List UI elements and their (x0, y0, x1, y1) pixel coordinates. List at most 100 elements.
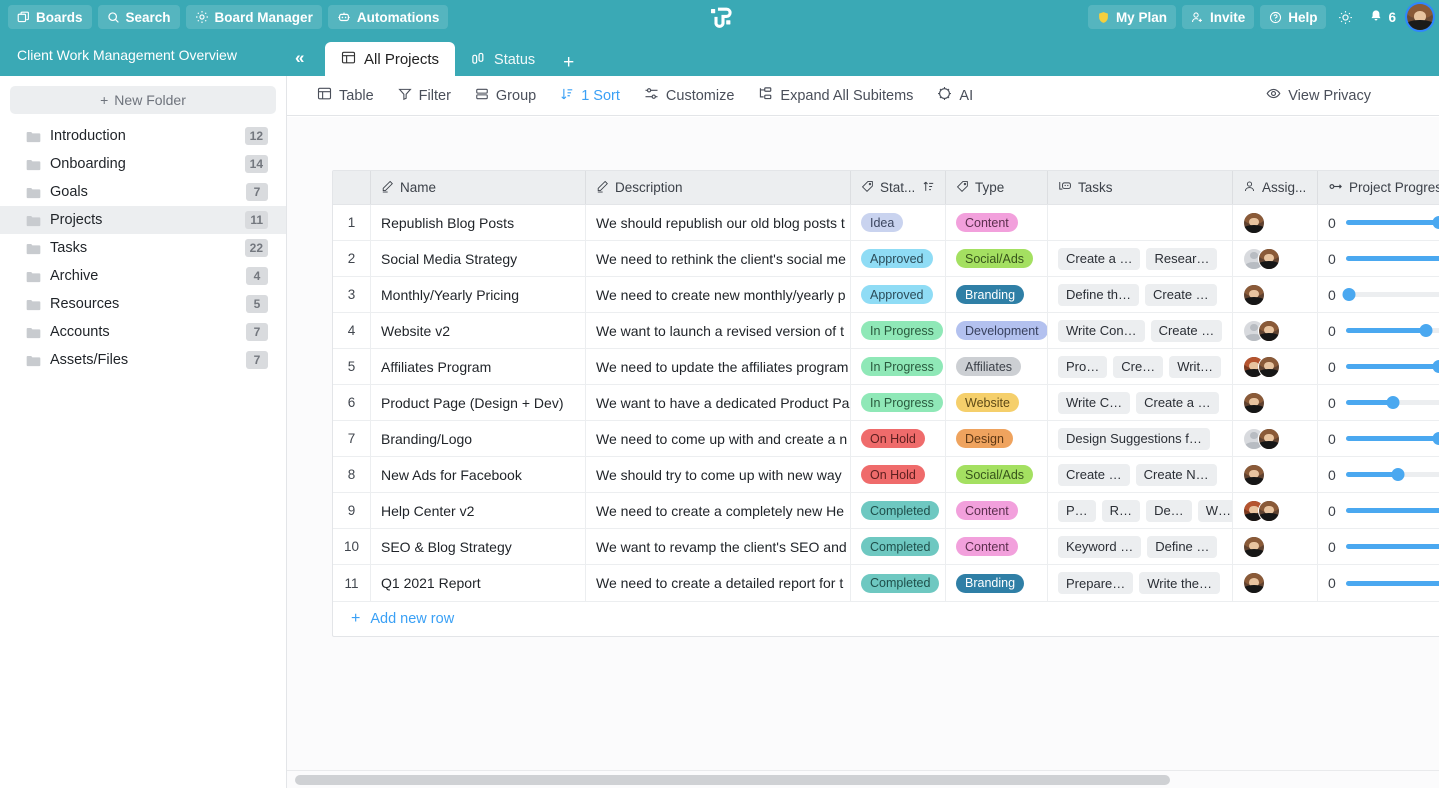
type-badge[interactable]: Branding (956, 285, 1025, 304)
cell-description[interactable]: We need to create a detailed report for … (586, 565, 851, 601)
cell-description[interactable]: We need to rethink the client's social m… (586, 241, 851, 276)
cell-description[interactable]: We need to create a completely new He (586, 493, 851, 528)
cell-type[interactable]: Design (946, 421, 1048, 456)
tab-all-projects[interactable]: All Projects (325, 42, 456, 76)
column-header-description[interactable]: Description (586, 171, 851, 204)
table-row[interactable]: 8 New Ads for Facebook We should try to co… (333, 457, 1439, 493)
cell-status[interactable]: Idea (851, 205, 946, 240)
add-tab-button[interactable]: + (551, 53, 586, 76)
table-row[interactable]: 4 Website v2 We want to launch a revised v… (333, 313, 1439, 349)
status-badge[interactable]: Completed (861, 537, 940, 556)
board-manager-button[interactable]: Board Manager (185, 5, 322, 29)
add-new-row-button[interactable]: + Add new row (333, 601, 1439, 636)
status-badge[interactable]: Idea (861, 213, 904, 232)
assignee-avatar[interactable] (1243, 572, 1265, 594)
cell-status[interactable]: Completed (851, 493, 946, 528)
cell-assignees[interactable] (1233, 205, 1318, 240)
help-button[interactable]: Help (1260, 5, 1327, 29)
cell-name[interactable]: Monthly/Yearly Pricing (371, 277, 586, 312)
invite-button[interactable]: Invite (1181, 5, 1255, 29)
search-button[interactable]: Search (97, 5, 180, 29)
task-chip[interactable]: Cre… (1113, 355, 1164, 378)
cell-assignees[interactable] (1233, 313, 1318, 348)
boards-button[interactable]: Boards (8, 5, 92, 29)
cell-status[interactable]: In Progress (851, 313, 946, 348)
cell-status[interactable]: In Progress (851, 385, 946, 420)
progress-slider[interactable] (1346, 323, 1439, 339)
assignee-avatar[interactable] (1243, 211, 1265, 234)
cell-assignees[interactable] (1233, 277, 1318, 312)
cell-type[interactable]: Content (946, 205, 1048, 240)
sidebar-item-archive[interactable]: Archive 4 (0, 262, 286, 290)
cell-description[interactable]: We need to update the affiliates program (586, 349, 851, 384)
task-chip[interactable]: Writ… (1169, 355, 1222, 378)
table-row[interactable]: 10 SEO & Blog Strategy We want to revamp t… (333, 529, 1439, 565)
cell-assignees[interactable] (1233, 241, 1318, 276)
type-badge[interactable]: Design (956, 429, 1013, 448)
avatar[interactable] (1405, 2, 1435, 32)
cell-project-progress[interactable]: 0 (1318, 277, 1439, 312)
cell-status[interactable]: Approved (851, 277, 946, 312)
task-chip[interactable]: Create … (1145, 283, 1217, 306)
status-badge[interactable]: Completed (861, 573, 940, 593)
cell-project-progress[interactable]: 0 (1318, 313, 1439, 348)
cell-type[interactable]: Development (946, 313, 1048, 348)
toolbar-sort-button[interactable]: 1 Sort (548, 76, 632, 116)
assignee-avatar[interactable] (1258, 499, 1280, 522)
sun-icon[interactable] (1332, 5, 1358, 29)
horizontal-scrollbar-thumb[interactable] (295, 775, 1170, 785)
cell-description[interactable]: We need to come up with and create a n (586, 421, 851, 456)
column-header-type[interactable]: Type (946, 171, 1048, 204)
column-header-status[interactable]: Stat... (851, 171, 946, 204)
cell-project-progress[interactable]: 0 (1318, 349, 1439, 384)
column-header-tasks[interactable]: Tasks (1048, 171, 1233, 204)
column-header-name[interactable]: Name (371, 171, 586, 204)
task-chip[interactable]: Write Con… (1058, 319, 1145, 342)
cell-assignees[interactable] (1233, 493, 1318, 528)
cell-tasks[interactable]: Create … Create N… (1048, 457, 1233, 492)
cell-type[interactable]: Branding (946, 565, 1048, 601)
notifications-button[interactable]: 6 (1364, 5, 1401, 29)
cell-tasks[interactable]: Define th… Create … (1048, 277, 1233, 312)
table-row[interactable]: 7 Branding/Logo We need to come up with an… (333, 421, 1439, 457)
progress-slider[interactable] (1346, 251, 1439, 267)
task-chip[interactable]: R… (1101, 499, 1141, 522)
table-row[interactable]: 9 Help Center v2 We need to create a compl… (333, 493, 1439, 529)
cell-type[interactable]: Branding (946, 277, 1048, 312)
assignee-avatar[interactable] (1243, 463, 1265, 486)
status-badge[interactable]: Approved (861, 285, 933, 304)
cell-status[interactable]: In Progress (851, 349, 946, 384)
task-chip[interactable]: Prepare… (1058, 572, 1134, 594)
toolbar-expand-subitems-button[interactable]: Expand All Subitems (746, 76, 925, 116)
task-chip[interactable]: Keyword … (1058, 535, 1142, 558)
assignee-avatar[interactable] (1258, 319, 1280, 342)
cell-status[interactable]: Completed (851, 565, 946, 601)
cell-project-progress[interactable]: 0 (1318, 385, 1439, 420)
progress-slider[interactable] (1346, 215, 1439, 231)
sidebar-item-introduction[interactable]: Introduction 12 (0, 122, 286, 150)
cell-description[interactable]: We should republish our old blog posts t (586, 205, 851, 240)
cell-name[interactable]: SEO & Blog Strategy (371, 529, 586, 564)
sidebar-item-goals[interactable]: Goals 7 (0, 178, 286, 206)
task-chip[interactable]: Write C… (1058, 391, 1131, 414)
table-row[interactable]: 1 Republish Blog Posts We should republish… (333, 205, 1439, 241)
cell-description[interactable]: We need to create new monthly/yearly p (586, 277, 851, 312)
cell-project-progress[interactable]: 0 (1318, 241, 1439, 276)
task-chip[interactable]: P… (1058, 499, 1096, 522)
task-chip[interactable]: W… (1197, 499, 1232, 522)
table-row[interactable]: 11 Q1 2021 Report We need to create a deta… (333, 565, 1439, 601)
cell-status[interactable]: Completed (851, 529, 946, 564)
column-header-assignees[interactable]: Assig... (1233, 171, 1318, 204)
table-row[interactable]: 5 Affiliates Program We need to update the… (333, 349, 1439, 385)
table-row[interactable]: 3 Monthly/Yearly Pricing We need to create… (333, 277, 1439, 313)
toolbar-group-button[interactable]: Group (463, 76, 548, 116)
cell-status[interactable]: On Hold (851, 457, 946, 492)
cell-tasks[interactable]: Write Con… Create … (1048, 313, 1233, 348)
assignee-avatar[interactable] (1258, 247, 1280, 270)
assignee-avatar[interactable] (1258, 355, 1280, 378)
cell-status[interactable]: On Hold (851, 421, 946, 456)
cell-status[interactable]: Approved (851, 241, 946, 276)
sidebar-item-resources[interactable]: Resources 5 (0, 290, 286, 318)
slider-thumb[interactable] (1342, 288, 1356, 301)
type-badge[interactable]: Social/Ads (956, 465, 1034, 484)
